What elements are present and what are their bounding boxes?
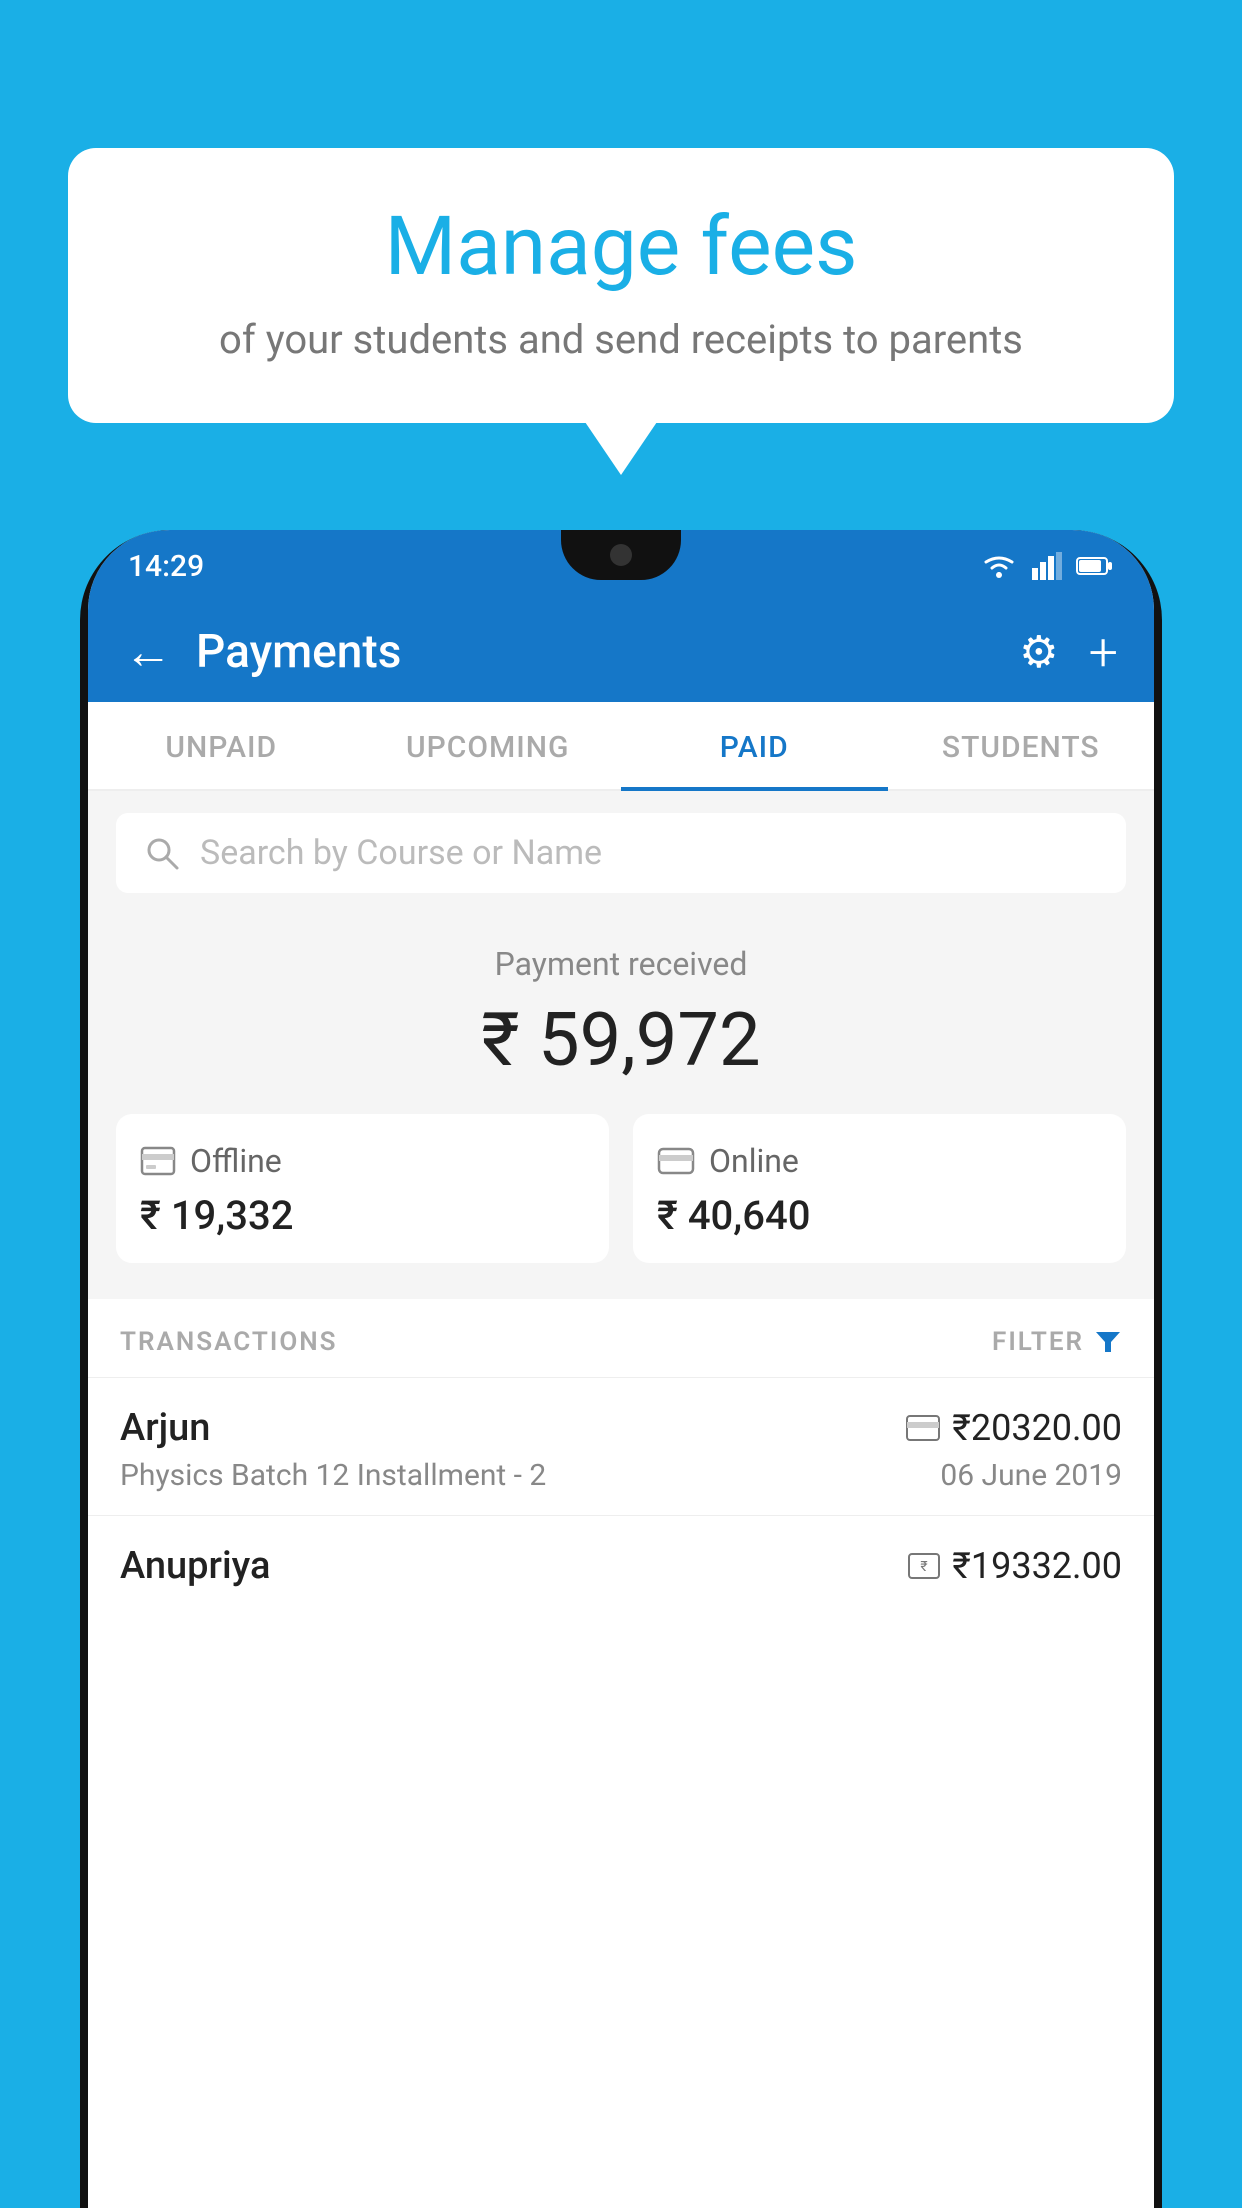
transaction-course: Physics Batch 12 Installment - 2 bbox=[120, 1458, 546, 1493]
payment-received-label: Payment received bbox=[116, 945, 1126, 983]
phone-frame: 14:29 bbox=[80, 530, 1162, 2208]
tabs-bar: UNPAID UPCOMING PAID STUDENTS bbox=[88, 702, 1154, 791]
transactions-header: TRANSACTIONS FILTER bbox=[88, 1299, 1154, 1377]
offline-label: Offline bbox=[190, 1142, 282, 1180]
speech-bubble-subtitle: of your students and send receipts to pa… bbox=[128, 316, 1114, 363]
wifi-icon bbox=[980, 552, 1018, 580]
payment-cards: Offline ₹ 19,332 Online bbox=[116, 1114, 1126, 1263]
filter-button[interactable]: FILTER bbox=[992, 1327, 1122, 1357]
online-card: Online ₹ 40,640 bbox=[633, 1114, 1126, 1263]
online-payment-icon bbox=[657, 1147, 695, 1175]
tab-students[interactable]: STUDENTS bbox=[888, 702, 1155, 789]
payment-summary: Payment received ₹ 59,972 Offli bbox=[88, 915, 1154, 1299]
back-button[interactable]: ← bbox=[124, 628, 172, 676]
filter-icon bbox=[1094, 1328, 1122, 1356]
tab-paid[interactable]: PAID bbox=[621, 702, 888, 791]
status-icons bbox=[980, 552, 1114, 580]
offline-payment-icon bbox=[140, 1144, 176, 1178]
header-actions: ⚙ + bbox=[1019, 622, 1118, 683]
page-title: Payments bbox=[196, 625, 1019, 679]
payment-total-amount: ₹ 59,972 bbox=[116, 997, 1126, 1084]
table-row[interactable]: Arjun ₹20320.00 Physics Batch 12 Install… bbox=[88, 1377, 1154, 1515]
speech-bubble: Manage fees of your students and send re… bbox=[68, 148, 1174, 423]
offline-amount: ₹ 19,332 bbox=[140, 1192, 585, 1239]
online-amount: ₹ 40,640 bbox=[657, 1192, 1102, 1239]
battery-icon bbox=[1076, 555, 1114, 577]
search-icon bbox=[144, 835, 180, 871]
transaction-date: 06 June 2019 bbox=[940, 1458, 1122, 1493]
tab-unpaid[interactable]: UNPAID bbox=[88, 702, 355, 789]
transactions-label: TRANSACTIONS bbox=[120, 1327, 338, 1357]
settings-icon[interactable]: ⚙ bbox=[1019, 626, 1058, 678]
speech-bubble-title: Manage fees bbox=[128, 202, 1114, 292]
offline-card: Offline ₹ 19,332 bbox=[116, 1114, 609, 1263]
phone-notch bbox=[561, 530, 681, 580]
online-label: Online bbox=[709, 1142, 799, 1180]
camera bbox=[610, 544, 632, 566]
app-header: ← Payments ⚙ + bbox=[88, 602, 1154, 702]
add-button[interactable]: + bbox=[1089, 622, 1118, 683]
status-bar: 14:29 bbox=[88, 530, 1154, 602]
rupee-card-icon: ₹ bbox=[908, 1553, 940, 1579]
transaction-name: Anupriya bbox=[120, 1544, 270, 1588]
transaction-amount: ₹19332.00 bbox=[952, 1545, 1122, 1587]
credit-card-icon bbox=[906, 1415, 940, 1441]
filter-label: FILTER bbox=[992, 1327, 1084, 1357]
search-container: Search by Course or Name bbox=[88, 791, 1154, 915]
svg-text:₹: ₹ bbox=[921, 1559, 928, 1575]
table-row[interactable]: Anupriya ₹ ₹19332.00 bbox=[88, 1515, 1154, 1618]
tab-upcoming[interactable]: UPCOMING bbox=[355, 702, 622, 789]
search-bar[interactable]: Search by Course or Name bbox=[116, 813, 1126, 893]
transaction-name: Arjun bbox=[120, 1406, 210, 1450]
signal-icon bbox=[1032, 552, 1062, 580]
search-placeholder: Search by Course or Name bbox=[200, 833, 602, 873]
transaction-amount: ₹20320.00 bbox=[952, 1407, 1122, 1449]
status-time: 14:29 bbox=[128, 549, 204, 584]
screen-content: UNPAID UPCOMING PAID STUDENTS Search by … bbox=[88, 702, 1154, 2208]
